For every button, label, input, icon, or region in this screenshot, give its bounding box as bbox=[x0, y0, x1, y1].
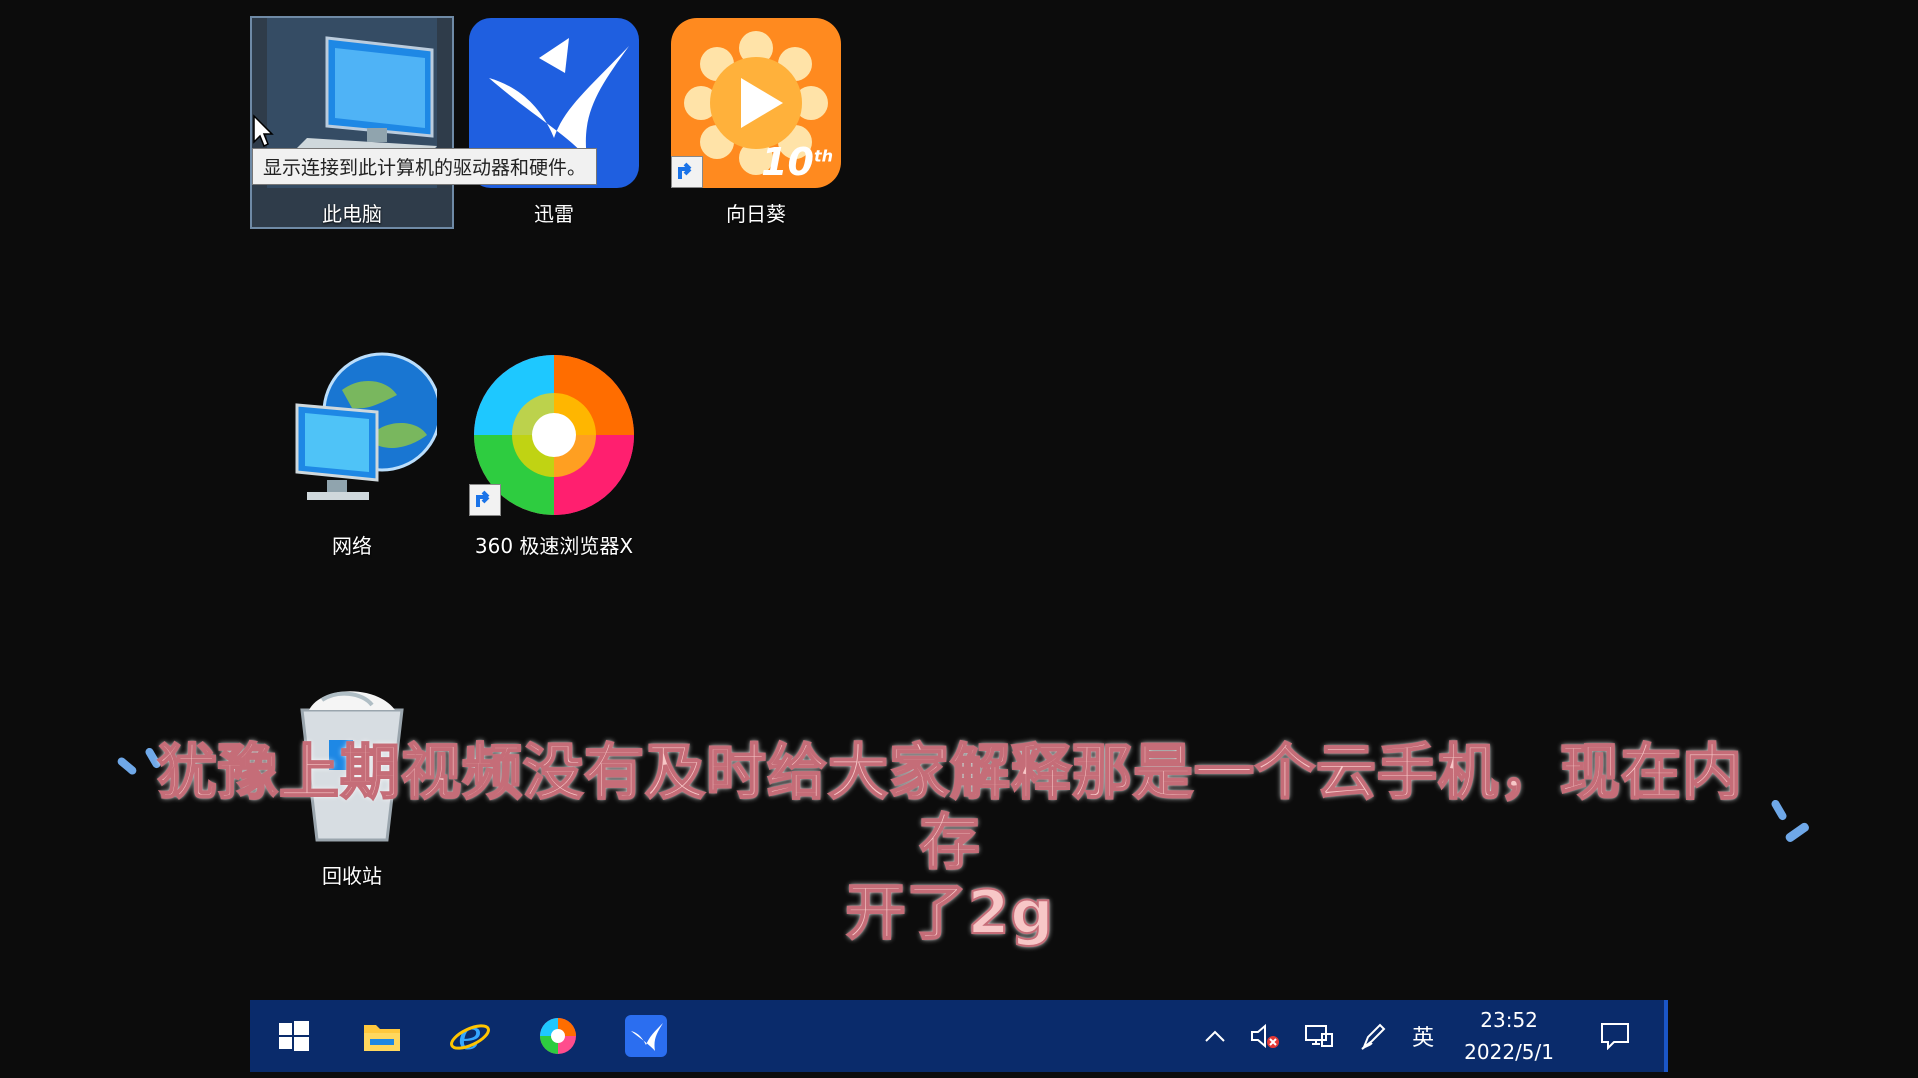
tooltip: 显示连接到此计算机的驱动器和硬件。 bbox=[252, 148, 598, 185]
network-status-icon bbox=[1305, 1025, 1334, 1047]
network-status-button[interactable] bbox=[1292, 1000, 1346, 1072]
volume-button[interactable] bbox=[1238, 1000, 1292, 1072]
taskbar: e 英 23:52 2022/5/1 bbox=[250, 1000, 1668, 1072]
shortcut-arrow-icon bbox=[671, 156, 703, 188]
internet-explorer-icon: e bbox=[450, 1015, 490, 1057]
sparkle-decoration-right bbox=[1762, 799, 1818, 852]
system-tray: 英 23:52 2022/5/1 bbox=[1192, 1000, 1668, 1072]
show-desktop-edge[interactable] bbox=[1664, 1000, 1668, 1072]
desktop-icon-360-browser[interactable]: 360 极速浏览器X bbox=[454, 350, 654, 559]
desktop-icon-label: 迅雷 bbox=[534, 202, 574, 226]
desktop-icon-network[interactable]: 网络 bbox=[252, 350, 452, 559]
volume-muted-icon bbox=[1251, 1023, 1280, 1049]
windows-start-icon bbox=[279, 1021, 309, 1051]
desktop-icon-label: 360 极速浏览器X bbox=[474, 534, 634, 558]
taskbar-file-explorer[interactable] bbox=[338, 1000, 426, 1072]
desktop-icon-label: 向日葵 bbox=[726, 202, 786, 226]
subtitle-line-1: 犹豫上期视频没有及时给大家解释那是一个云手机，现在内存 bbox=[156, 737, 1743, 879]
shortcut-arrow-icon bbox=[469, 484, 501, 516]
taskbar-xunlei[interactable] bbox=[602, 1000, 690, 1072]
desktop-icon-label: 网络 bbox=[332, 534, 372, 558]
clock-date: 2022/5/1 bbox=[1464, 1040, 1554, 1064]
input-method-indicator[interactable]: 英 bbox=[1400, 1000, 1446, 1072]
sunflower-badge: 10th bbox=[761, 140, 833, 184]
taskbar-360-browser[interactable] bbox=[514, 1000, 602, 1072]
sunflower-icon: 10th bbox=[671, 18, 841, 188]
360-browser-icon bbox=[469, 350, 639, 520]
pen-icon bbox=[1361, 1023, 1386, 1050]
start-button[interactable] bbox=[250, 1000, 338, 1072]
desktop-icon-this-pc[interactable]: 此电脑 bbox=[250, 16, 454, 229]
clock-time: 23:52 bbox=[1480, 1008, 1538, 1032]
desktop-icon-label: 此电脑 bbox=[322, 202, 382, 226]
show-hidden-icons-button[interactable] bbox=[1192, 1000, 1238, 1072]
xunlei-icon bbox=[625, 1015, 667, 1057]
subtitle-line-2: 开了2g bbox=[845, 877, 1055, 949]
desktop-icon-sunflower[interactable]: 10th 向日葵 bbox=[656, 18, 856, 227]
video-subtitle: 犹豫上期视频没有及时给大家解释那是一个云手机，现在内存 开了2g bbox=[150, 737, 1750, 949]
network-icon bbox=[267, 350, 442, 520]
file-explorer-icon bbox=[364, 1025, 400, 1051]
action-center-button[interactable] bbox=[1572, 1000, 1658, 1072]
clock[interactable]: 23:52 2022/5/1 bbox=[1446, 1004, 1572, 1068]
360-browser-icon bbox=[540, 1018, 576, 1054]
chevron-up-icon bbox=[1205, 1030, 1225, 1042]
pen-input-button[interactable] bbox=[1346, 1000, 1400, 1072]
desktop-icon-xunlei[interactable]: 迅雷 bbox=[454, 18, 654, 227]
taskbar-internet-explorer[interactable]: e bbox=[426, 1000, 514, 1072]
desktop: 此电脑 迅雷 10th 向日葵 网络 360 极速浏览器X 回收站 显示连接到此… bbox=[0, 0, 1918, 1078]
mouse-cursor-icon bbox=[252, 114, 276, 152]
svg-text:e: e bbox=[458, 1015, 482, 1057]
notification-icon bbox=[1601, 1023, 1629, 1050]
